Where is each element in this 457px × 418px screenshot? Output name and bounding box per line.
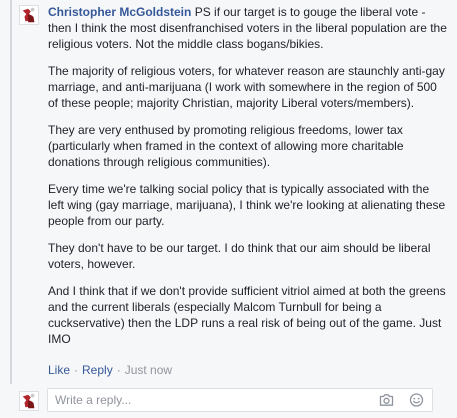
camera-icon[interactable] <box>379 393 394 407</box>
avatar[interactable] <box>19 5 39 25</box>
comment-body: Christopher McGoldstein PS if our target… <box>48 4 448 358</box>
separator: · <box>74 363 79 377</box>
reply-box <box>47 388 433 412</box>
comment-paragraph: And I think that if we don't provide suf… <box>48 284 446 346</box>
like-link[interactable]: Like <box>48 363 70 377</box>
comment-actions: Like · Reply · Just now <box>48 362 172 378</box>
timestamp[interactable]: Just now <box>125 363 172 377</box>
thread-line <box>10 0 12 384</box>
comment-paragraph: They are very enthused by promoting reli… <box>48 123 404 169</box>
comment-paragraph: Every time we're talking social policy t… <box>48 182 446 228</box>
separator: · <box>116 363 121 377</box>
emoji-icon[interactable] <box>409 393 424 407</box>
comment-author-link[interactable]: Christopher McGoldstein <box>48 5 191 19</box>
comment-paragraph: They don't have to be our target. I do t… <box>48 241 431 271</box>
comment-paragraph: Christopher McGoldstein PS if our target… <box>48 4 448 52</box>
reply-link[interactable]: Reply <box>82 363 113 377</box>
comment-paragraph: The majority of religious voters, for wh… <box>48 64 445 110</box>
reply-input[interactable] <box>48 389 375 411</box>
avatar <box>19 391 39 411</box>
